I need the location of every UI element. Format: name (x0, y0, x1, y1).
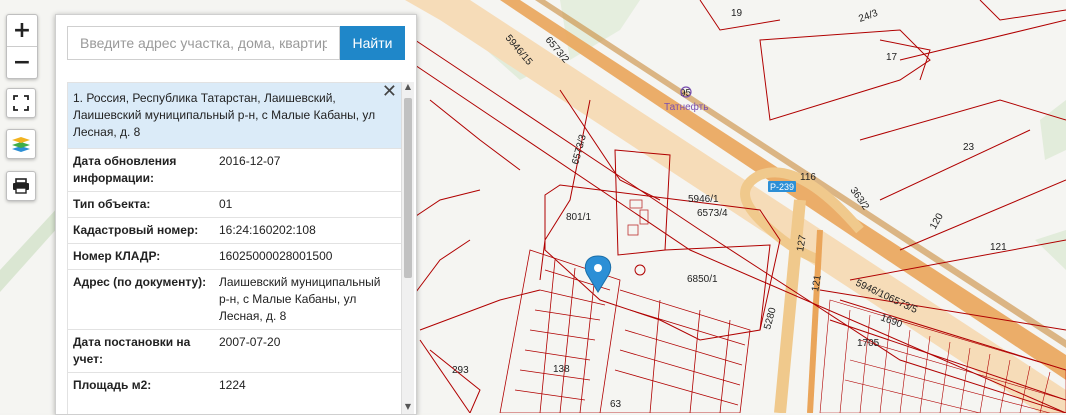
map-label-23: 23 (963, 142, 975, 153)
close-icon[interactable]: ✕ (382, 83, 397, 101)
result-row: Номер КЛАДР: 16025000028001500 (68, 243, 402, 269)
map-label-116: 116 (800, 172, 816, 183)
result-row: Кадастровый номер: 16:24:160202:108 (68, 217, 402, 243)
fullscreen-button[interactable] (6, 88, 36, 118)
print-button[interactable] (6, 171, 36, 201)
map-label-19: 19 (731, 8, 743, 19)
zoom-out-button[interactable]: − (7, 46, 37, 78)
result-scrollbar[interactable]: ▲ ▼ (401, 82, 414, 414)
field-label: Кадастровый номер: (73, 223, 199, 237)
field-label: Тип объекта: (73, 197, 151, 211)
result-row: Адрес (по документу): Лаишевский муницип… (68, 269, 402, 329)
field-value: 2007-07-20 (219, 335, 281, 349)
search-panel: Найти 1. Россия, Республика Татарстан, Л… (55, 14, 417, 415)
field-label: Адрес (по документу): (73, 275, 207, 289)
field-value: 01 (219, 197, 233, 211)
map-label-801-1: 801/1 (566, 212, 591, 223)
map-label-17: 17 (886, 52, 898, 63)
layers-button[interactable] (6, 129, 36, 159)
map-label-6573-4: 6573/4 (697, 208, 728, 219)
layers-icon (12, 137, 30, 152)
scrollbar-thumb[interactable] (404, 98, 412, 278)
address-search-input[interactable] (67, 26, 340, 60)
scroll-up-icon[interactable]: ▲ (402, 82, 414, 94)
field-value: 16025000028001500 (219, 249, 333, 263)
result-title: 1. Россия, Республика Татарстан, Лаишевс… (73, 91, 376, 139)
zoom-control: + − (6, 14, 38, 79)
field-label: Дата обновления информации: (73, 154, 177, 185)
result-row: Площадь м2: 1224 (68, 372, 402, 398)
field-value: 16:24:160202:108 (219, 223, 316, 237)
result-card: 1. Россия, Республика Татарстан, Лаишевс… (67, 82, 403, 414)
field-value: 2016-12-07 (219, 154, 281, 168)
field-value: 1224 (219, 378, 246, 392)
map-label-1705: 1705 (857, 338, 880, 349)
find-button[interactable]: Найти (340, 26, 405, 60)
field-label: Площадь м2: (73, 378, 152, 392)
printer-icon (13, 178, 29, 194)
result-row: Дата постановки на учет: 2007-07-20 (68, 329, 402, 372)
map-label-293: 293 (452, 365, 469, 376)
result-row: Дата обновления информации: 2016-12-07 (68, 148, 402, 191)
map-label-121: 121 (990, 242, 1007, 253)
road-label-r239: Р-239 (770, 182, 794, 192)
result-header[interactable]: 1. Россия, Республика Татарстан, Лаишевс… (68, 83, 402, 148)
zoom-in-button[interactable]: + (7, 15, 37, 46)
map-label-6850-1: 6850/1 (687, 274, 718, 285)
result-row: Тип объекта: 01 (68, 191, 402, 217)
map-label-63: 63 (610, 399, 622, 410)
map-label-tatneft: Татнефть (664, 101, 708, 113)
field-label: Номер КЛАДР: (73, 249, 161, 263)
fullscreen-icon (13, 95, 29, 111)
field-value: Лаишевский муниципальный р-н, с Малые Ка… (219, 275, 381, 323)
field-label: Дата постановки на учет: (73, 335, 191, 366)
scroll-down-icon[interactable]: ▼ (402, 402, 414, 414)
map-label-138: 138 (553, 364, 570, 375)
map-label-5946-1: 5946/1 (688, 194, 719, 205)
